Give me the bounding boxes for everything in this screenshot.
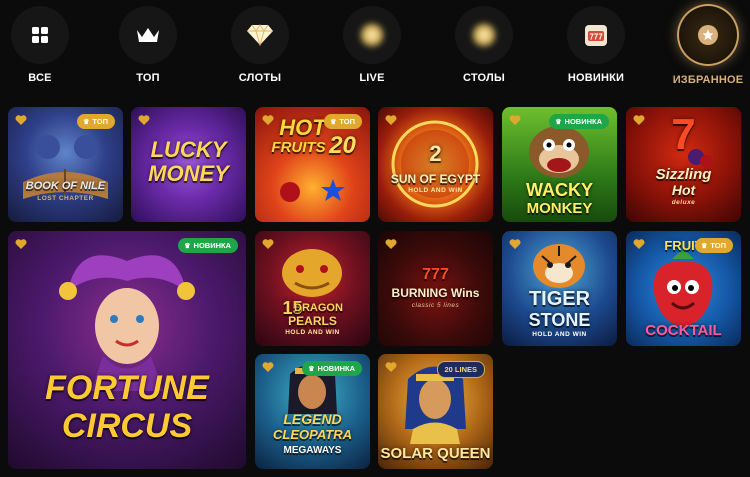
game-tile-dragon-pearls[interactable]: 15 DRAGON PEARLS HOLD AND WIN — [255, 231, 370, 346]
game-title: BURNING Wins — [391, 286, 480, 300]
game-tile-sizzling-hot[interactable]: 7 Sizzling Hot deluxe — [626, 107, 741, 222]
game-tile-solar-queen[interactable]: SOLAR QUEEN 20 LINES — [378, 354, 493, 469]
game-title: SOLAR QUEEN — [380, 445, 491, 462]
badge-top: ♛ ТОП — [695, 238, 733, 253]
game-title: SUN OF EGYPT — [390, 172, 481, 186]
game-tile-tiger-stone[interactable]: TIGER STONE HOLD AND WIN — [502, 231, 617, 346]
game-title-line2: CIRCUS — [61, 407, 193, 445]
game-tile-hot-fruits-20[interactable]: HOT FRUITS 20 ♛ ТОП — [255, 107, 370, 222]
game-title: TIGER — [528, 288, 591, 310]
game-subtitle: deluxe — [671, 199, 696, 206]
heart-icon[interactable] — [509, 114, 521, 126]
game-title: LUCKY — [150, 137, 227, 162]
heart-icon[interactable] — [509, 238, 521, 250]
badge-new: ♛ НОВИНКА — [302, 361, 362, 376]
category-label: ТОП — [136, 72, 160, 84]
crown-icon: ♛ — [701, 242, 708, 250]
game-subtitle: HOLD AND WIN — [408, 187, 463, 194]
badge-lines: 20 LINES — [437, 361, 485, 378]
game-tile-fortune-circus[interactable]: FORTUNE CIRCUS ♛ НОВИНКА — [8, 231, 246, 469]
game-title-line2: COCKTAIL — [645, 322, 722, 339]
badge-top: ♛ ТОП — [77, 114, 115, 129]
badge-top: ♛ ТОП — [324, 114, 362, 129]
category-new[interactable]: 777 НОВИНКИ — [556, 6, 636, 84]
diamond-icon — [231, 6, 289, 64]
category-top[interactable]: ТОП — [108, 6, 188, 84]
category-nav: ВСЕ ТОП СЛОТЫ LIVE СТОЛЫ 777 НОВИНКИ ИЗБ… — [0, 0, 750, 100]
slot-777-icon: 777 — [567, 6, 625, 64]
badge-new: ♛ НОВИНКА — [549, 114, 609, 129]
game-title-number: 777 — [422, 266, 449, 283]
game-subtitle: HOLD AND WIN — [285, 329, 340, 336]
game-tile-sun-of-egypt-2[interactable]: 2 SUN OF EGYPT HOLD AND WIN — [378, 107, 493, 222]
category-label: LIVE — [359, 72, 385, 84]
crown-icon: ♛ — [308, 365, 315, 373]
game-tile-lucky-money[interactable]: LUCKY MONEY — [131, 107, 246, 222]
badge-label: НОВИНКА — [564, 117, 602, 126]
heart-icon[interactable] — [138, 114, 150, 126]
badge-label: НОВИНКА — [317, 364, 355, 373]
star-icon — [677, 4, 739, 66]
game-title-number: 20 — [329, 132, 356, 159]
game-tile-fruit-cocktail[interactable]: FRUIT COCKTAIL ♛ ТОП — [626, 231, 741, 346]
game-title-line2: MONEY — [148, 161, 229, 186]
crown-icon: ♛ — [83, 118, 90, 126]
game-subtitle: classic 5 lines — [411, 302, 460, 309]
heart-icon[interactable] — [262, 114, 274, 126]
crown-icon — [119, 6, 177, 64]
category-label: ВСЕ — [28, 72, 52, 84]
heart-icon[interactable] — [262, 238, 274, 250]
crown-icon: ♛ — [184, 242, 191, 250]
category-label: НОВИНКИ — [567, 72, 625, 84]
category-live[interactable]: LIVE — [332, 6, 412, 84]
heart-icon[interactable] — [15, 114, 27, 126]
game-title: LEGEND — [283, 411, 342, 427]
game-title-line2: Hot — [671, 182, 696, 198]
game-title-line2: STONE — [528, 310, 591, 330]
category-all[interactable]: ВСЕ — [0, 6, 80, 84]
badge-label: ТОП — [710, 241, 726, 250]
badge-label: 20 LINES — [444, 365, 477, 374]
category-slots[interactable]: СЛОТЫ — [220, 6, 300, 84]
crown-icon: ♛ — [330, 118, 337, 126]
category-label: СТОЛЫ — [463, 72, 505, 84]
game-title-number: 2 — [429, 141, 442, 166]
crown-icon: ♛ — [555, 118, 562, 126]
badge-label: ТОП — [92, 117, 108, 126]
category-favorites[interactable]: ИЗБРАННОЕ — [668, 4, 748, 86]
game-tile-book-of-nile[interactable]: BOOK OF NILE LOST CHAPTER ♛ ТОП — [8, 107, 123, 222]
game-tile-burning-wins[interactable]: 777 BURNING Wins classic 5 lines — [378, 231, 493, 346]
heart-icon[interactable] — [385, 361, 397, 373]
game-subtitle: MEGAWAYS — [283, 445, 342, 456]
badge-label: ТОП — [339, 117, 355, 126]
game-title-line2: CLEOPATRA — [273, 427, 352, 442]
grid-icon — [11, 6, 69, 64]
tables-icon — [455, 6, 513, 64]
category-tables[interactable]: СТОЛЫ — [444, 6, 524, 84]
game-title: Sizzling — [655, 166, 712, 183]
game-title: BOOK OF NILE — [25, 180, 106, 192]
heart-icon[interactable] — [385, 238, 397, 250]
game-title: DRAGON — [294, 302, 343, 314]
badge-new: ♛ НОВИНКА — [178, 238, 238, 253]
category-label: СЛОТЫ — [238, 72, 282, 84]
svg-text:777: 777 — [589, 33, 603, 42]
badge-label: НОВИНКА — [193, 241, 231, 250]
game-tile-wacky-monkey[interactable]: WACKY MONKEY ♛ НОВИНКА — [502, 107, 617, 222]
game-title: FORTUNE — [45, 369, 209, 407]
game-title-line2: PEARLS — [288, 314, 337, 328]
game-tile-legend-of-cleopatra[interactable]: LEGEND CLEOPATRA MEGAWAYS ♛ НОВИНКА — [255, 354, 370, 469]
heart-icon[interactable] — [262, 361, 274, 373]
game-subtitle: LOST CHAPTER — [37, 195, 94, 202]
game-title: WACKY — [526, 180, 593, 200]
game-title-line2: MONKEY — [526, 200, 593, 217]
heart-icon[interactable] — [385, 114, 397, 126]
game-subtitle: HOLD AND WIN — [532, 331, 587, 338]
heart-icon[interactable] — [633, 238, 645, 250]
category-label: ИЗБРАННОЕ — [672, 74, 744, 86]
heart-icon[interactable] — [633, 114, 645, 126]
live-icon — [343, 6, 401, 64]
heart-icon[interactable] — [15, 238, 27, 250]
